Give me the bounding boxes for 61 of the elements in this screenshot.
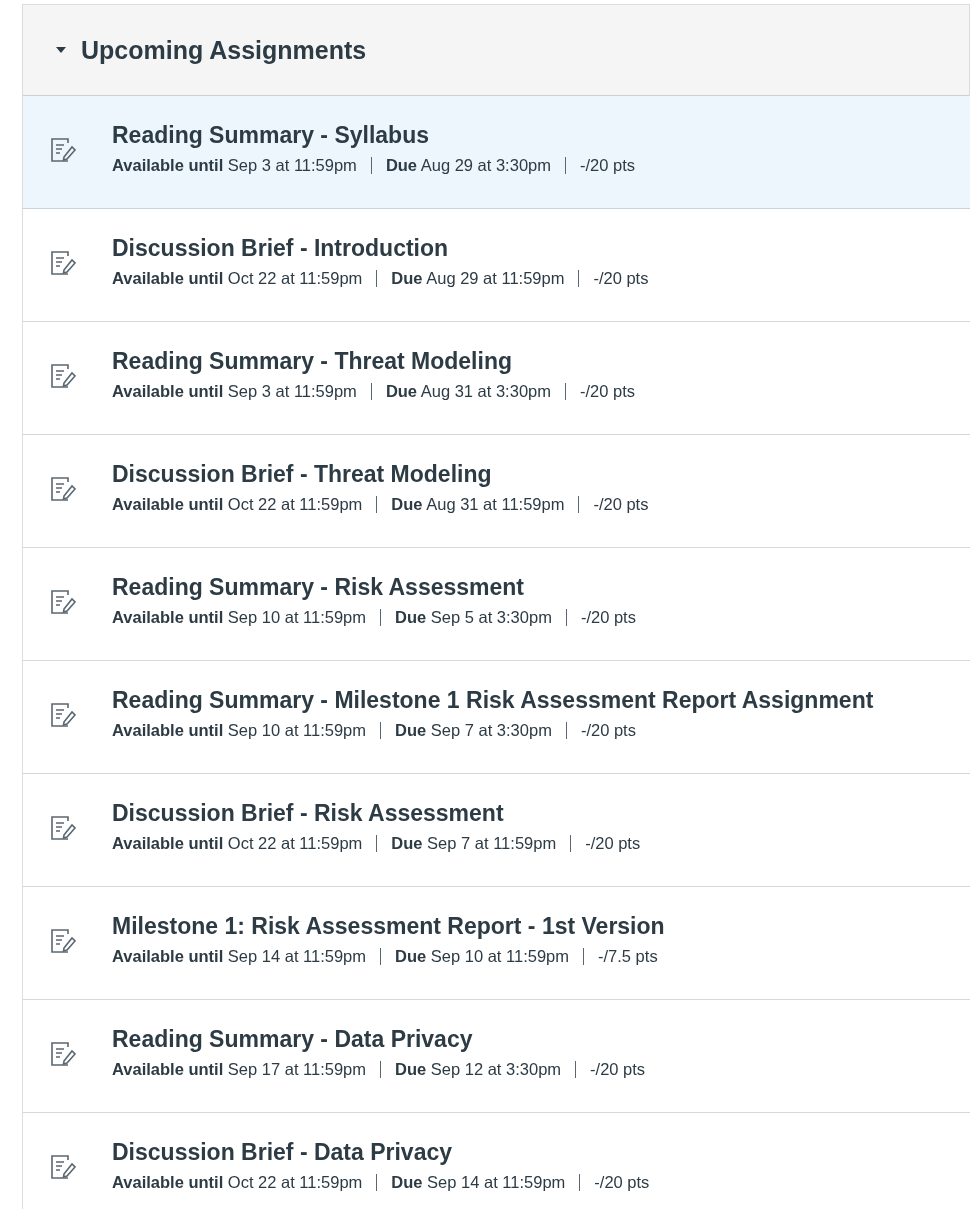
assignment-row[interactable]: Reading Summary - Data Privacy Available until Sep 17 at 11:59pm Due Sep 12 at 3:30pm -/20 pts: [22, 1000, 970, 1113]
assignment-icon: [50, 1154, 76, 1180]
assignment-title[interactable]: Discussion Brief - Risk Assessment: [112, 798, 641, 828]
availability-text: Available until Sep 14 at 11:59pm: [112, 947, 367, 966]
due-date-text: Due Sep 7 at 11:59pm: [391, 834, 557, 853]
availability-text: Available until Sep 3 at 11:59pm: [112, 156, 357, 175]
points-text: -/20 pts: [593, 269, 649, 288]
assignment-row[interactable]: Discussion Brief - Data Privacy Available until Oct 22 at 11:59pm Due Sep 14 at 11:59pm -/20 pts: [22, 1113, 970, 1209]
due-date-text: Due Sep 7 at 3:30pm: [395, 721, 552, 740]
assignment-title[interactable]: Milestone 1: Risk Assessment Report - 1st Version: [112, 911, 665, 941]
assignment-row[interactable]: Reading Summary - Milestone 1 Risk Assessment Report Assignment Available until Sep 10 at 11:59pm Due Sep 7 at 3:30pm -/20 pts: [22, 661, 970, 774]
points-text: -/7.5 pts: [598, 947, 658, 966]
availability-text: Available until Sep 10 at 11:59pm: [112, 721, 367, 740]
assignment-title[interactable]: Discussion Brief - Data Privacy: [112, 1137, 650, 1167]
assignment-icon: [50, 1041, 76, 1067]
points-text: -/20 pts: [580, 608, 636, 627]
assignment-title[interactable]: Reading Summary - Data Privacy: [112, 1024, 646, 1054]
assignment-icon: [50, 476, 76, 502]
assignment-icon: [50, 363, 76, 389]
assignment-row[interactable]: Reading Summary - Risk Assessment Available until Sep 10 at 11:59pm Due Sep 5 at 3:30pm -/20 pts: [22, 548, 970, 661]
assignment-row[interactable]: Reading Summary - Threat Modeling Available until Sep 3 at 11:59pm Due Aug 31 at 3:30pm -/20 pts: [22, 322, 970, 435]
availability-text: Available until Sep 10 at 11:59pm: [112, 608, 367, 627]
availability-text: Available until Sep 3 at 11:59pm: [112, 382, 357, 401]
assignment-title[interactable]: Reading Summary - Risk Assessment: [112, 572, 636, 602]
assignment-title[interactable]: Discussion Brief - Introduction: [112, 233, 649, 263]
assignment-row[interactable]: Discussion Brief - Risk Assessment Available until Oct 22 at 11:59pm Due Sep 7 at 11:59pm -/20 pts: [22, 774, 970, 887]
points-text: -/20 pts: [593, 495, 649, 514]
due-date-text: Due Sep 10 at 11:59pm: [395, 947, 569, 966]
due-date-text: Due Aug 31 at 11:59pm: [391, 495, 565, 514]
availability-text: Available until Oct 22 at 11:59pm: [112, 495, 363, 514]
assignment-icon: [50, 137, 76, 163]
availability-text: Available until Sep 17 at 11:59pm: [112, 1060, 367, 1079]
assignment-title[interactable]: Reading Summary - Milestone 1 Risk Assessment Report Assignment: [112, 685, 874, 715]
assignment-row[interactable]: Reading Summary - Syllabus Available until Sep 3 at 11:59pm Due Aug 29 at 3:30pm -/20 pts: [22, 96, 970, 209]
due-date-text: Due Sep 14 at 11:59pm: [391, 1173, 566, 1192]
availability-text: Available until Oct 22 at 11:59pm: [112, 269, 363, 288]
due-date-text: Due Sep 5 at 3:30pm: [395, 608, 552, 627]
availability-text: Available until Oct 22 at 11:59pm: [112, 1173, 363, 1192]
assignment-icon: [50, 928, 76, 954]
assignment-row[interactable]: Discussion Brief - Introduction Available until Oct 22 at 11:59pm Due Aug 29 at 11:59pm -/20 pts: [22, 209, 970, 322]
assignment-icon: [50, 702, 76, 728]
assignment-row[interactable]: Milestone 1: Risk Assessment Report - 1st Version Available until Sep 14 at 11:59pm Due Sep 10 at 11:59pm -/7.5 pts: [22, 887, 970, 1000]
due-date-text: Due Aug 29 at 11:59pm: [391, 269, 565, 288]
availability-text: Available until Oct 22 at 11:59pm: [112, 834, 363, 853]
points-text: -/20 pts: [590, 1060, 646, 1079]
assignment-icon: [50, 815, 76, 841]
assignment-row[interactable]: Discussion Brief - Threat Modeling Available until Oct 22 at 11:59pm Due Aug 31 at 11:59pm -/20 pts: [22, 435, 970, 548]
due-date-text: Due Aug 31 at 3:30pm: [385, 382, 551, 401]
points-text: -/20 pts: [580, 382, 635, 401]
points-text: -/20 pts: [580, 721, 636, 740]
section-toggle[interactable]: Upcoming Assignments: [55, 35, 367, 65]
due-date-text: Due Aug 29 at 3:30pm: [385, 156, 551, 175]
due-date-text: Due Sep 12 at 3:30pm: [395, 1060, 562, 1079]
assignment-title[interactable]: Reading Summary - Threat Modeling: [112, 346, 635, 376]
assignment-icon: [50, 250, 76, 276]
assignment-title[interactable]: Discussion Brief - Threat Modeling: [112, 459, 649, 489]
assignment-icon: [50, 589, 76, 615]
points-text: -/20 pts: [585, 834, 641, 853]
assignment-title[interactable]: Reading Summary - Syllabus: [112, 120, 635, 150]
points-text: -/20 pts: [594, 1173, 650, 1192]
points-text: -/20 pts: [580, 156, 635, 175]
